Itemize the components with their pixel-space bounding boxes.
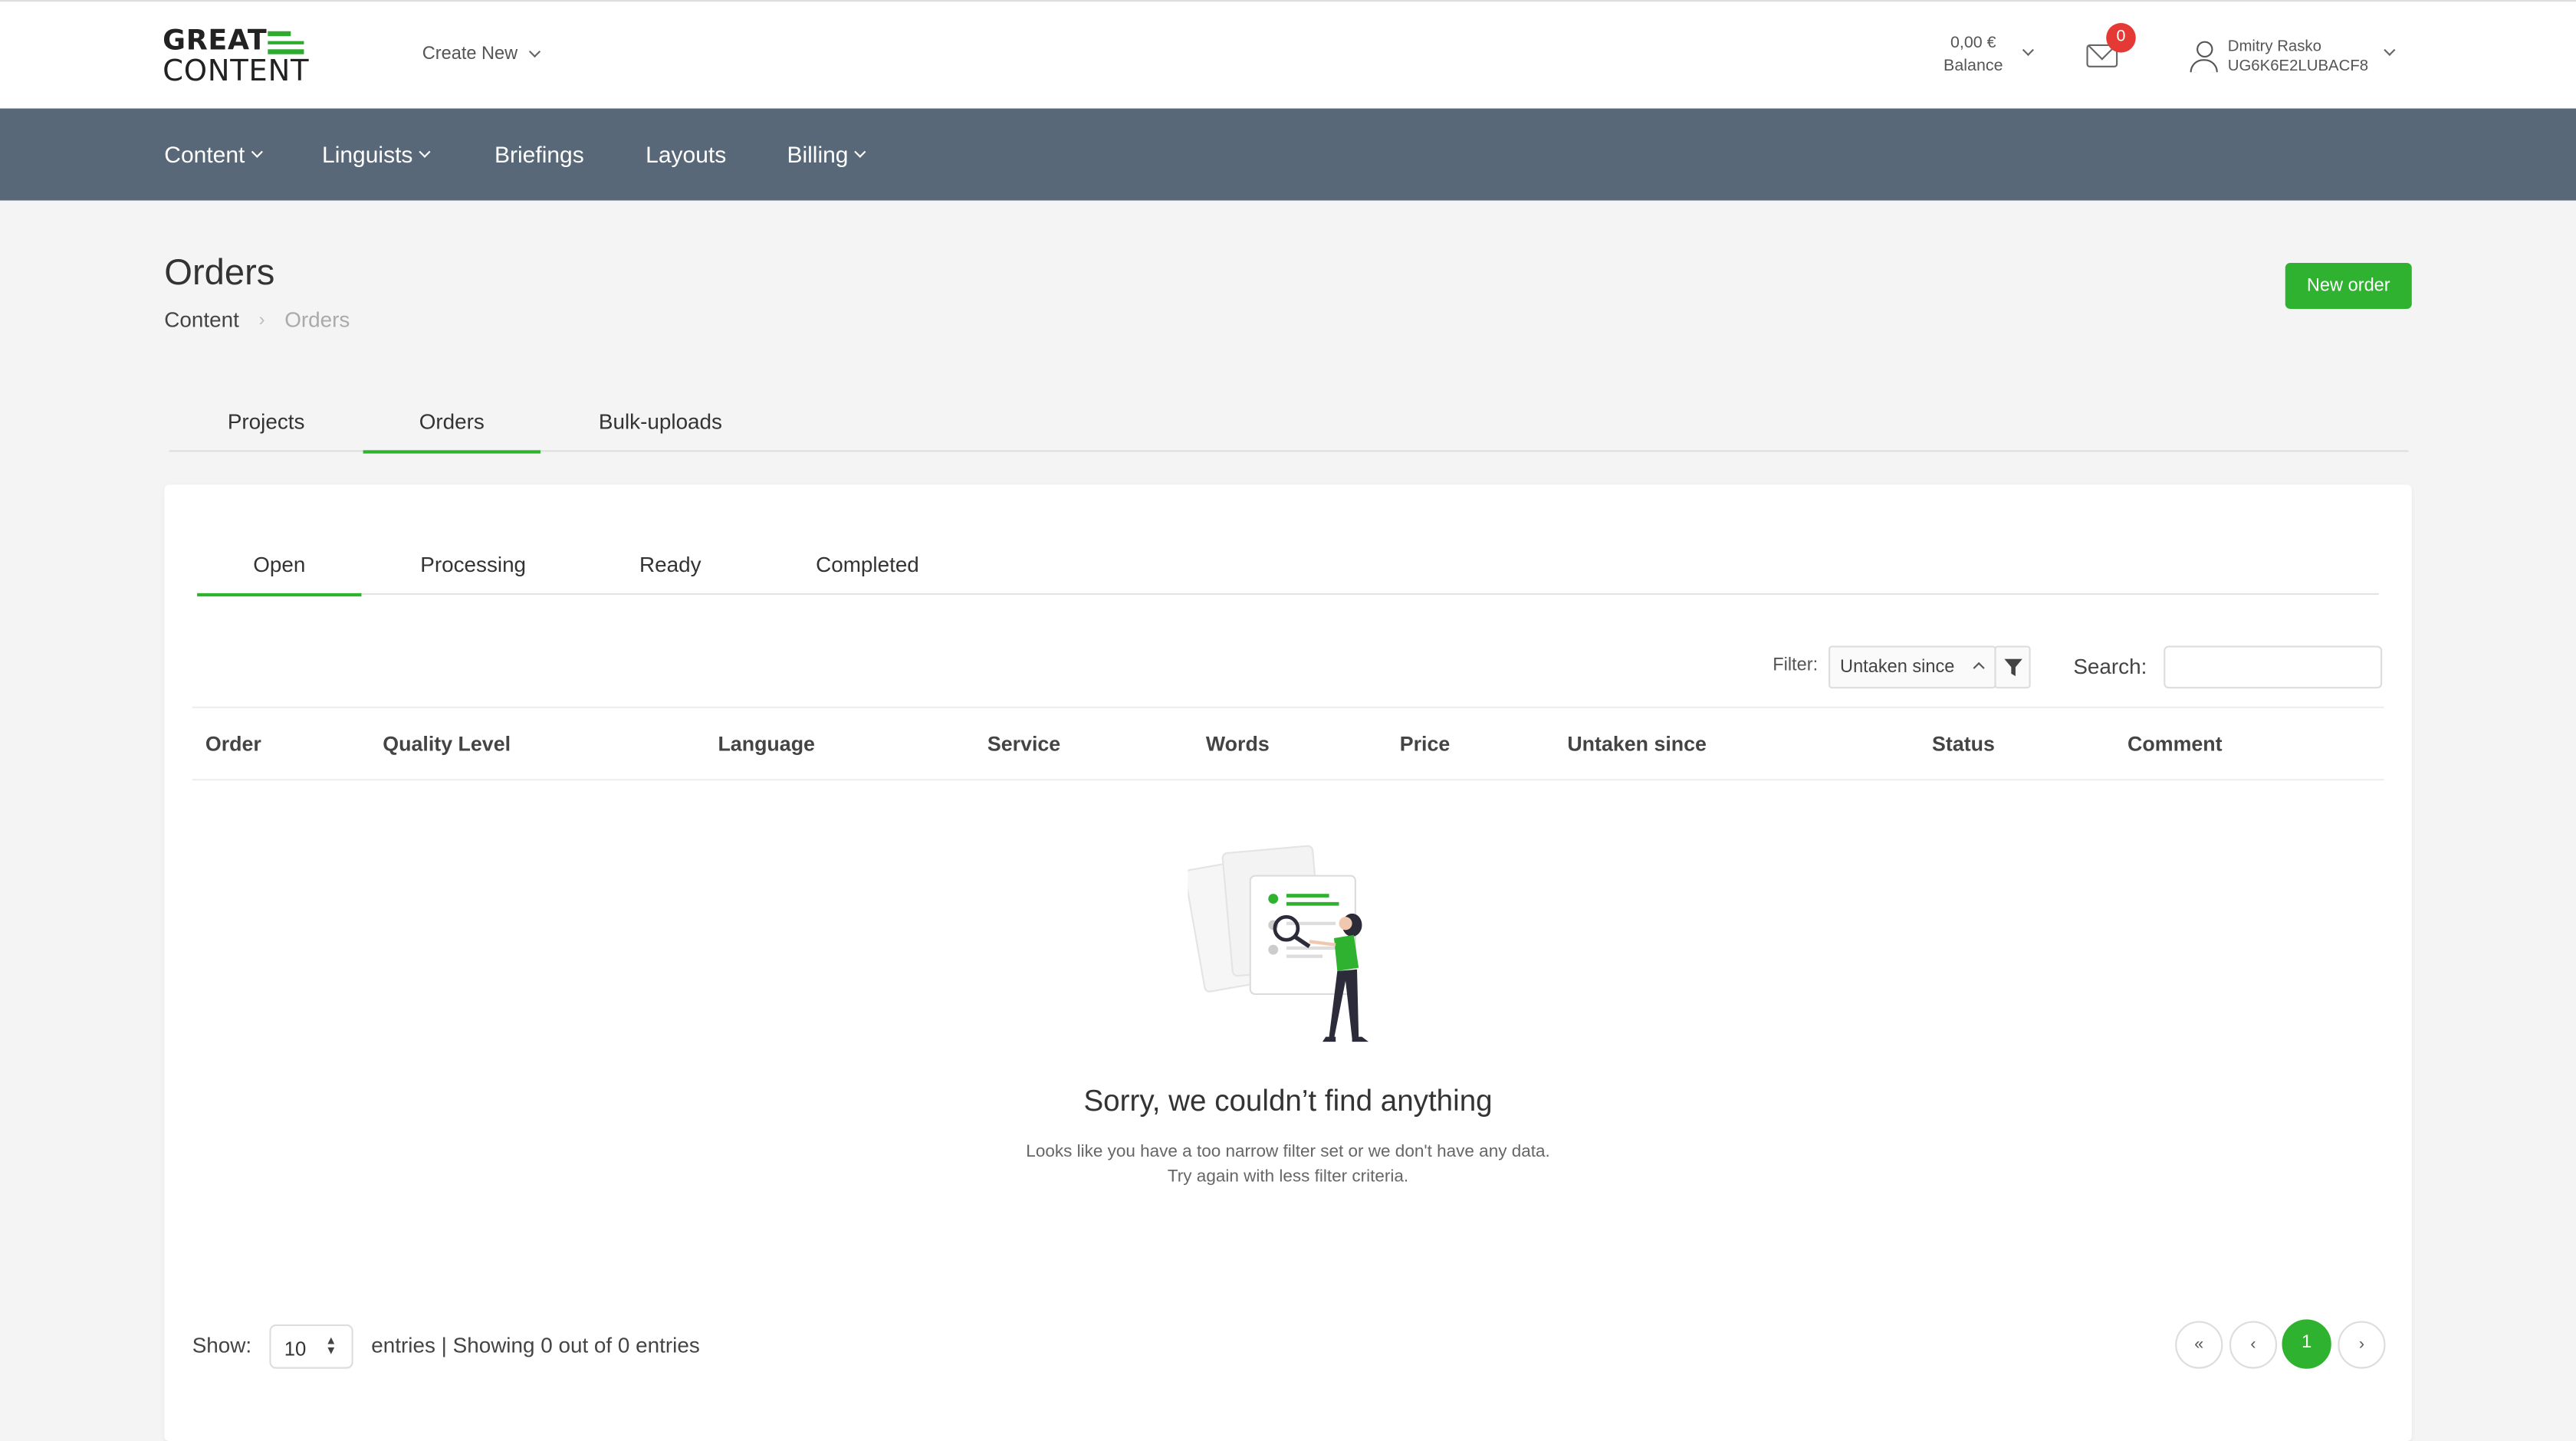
table-header: Order Quality Level Language Service Wor… <box>192 706 2384 781</box>
tab-projects[interactable]: Projects <box>169 409 363 434</box>
create-new-dropdown[interactable]: Create New <box>422 44 541 64</box>
column-price[interactable]: Price <box>1400 733 1451 756</box>
column-order[interactable]: Order <box>205 733 261 756</box>
balance-amount: 0,00 € <box>1950 34 1996 53</box>
logo-text-content: CONTENT <box>163 54 310 89</box>
column-service[interactable]: Service <box>987 733 1060 756</box>
main-nav: Content Linguists Briefings Layouts Bill… <box>0 108 2576 201</box>
balance-widget[interactable]: 0,00 € Balance <box>1944 33 2003 79</box>
breadcrumb: Content › Orders <box>164 307 350 332</box>
tab-completed[interactable]: Completed <box>785 552 949 576</box>
empty-state-line: Looks like you have a too narrow filter … <box>1026 1141 1550 1162</box>
column-untaken-since[interactable]: Untaken since <box>1567 733 1707 756</box>
funnel-icon <box>2004 658 2022 677</box>
tab-open[interactable]: Open <box>197 552 362 597</box>
nav-item-briefings[interactable]: Briefings <box>495 141 584 167</box>
tab-bulk-uploads[interactable]: Bulk-uploads <box>572 409 749 434</box>
tab-ready[interactable]: Ready <box>588 552 752 576</box>
column-language[interactable]: Language <box>718 733 815 756</box>
nav-item-billing[interactable]: Billing <box>787 141 867 168</box>
tab-orders[interactable]: Orders <box>363 409 541 454</box>
nav-item-content[interactable]: Content <box>164 141 264 168</box>
new-order-button[interactable]: New order <box>2285 262 2412 310</box>
nav-item-label: Billing <box>787 141 849 168</box>
balance-label: Balance <box>1944 57 2003 76</box>
empty-state-message: Looks like you have a too narrow filter … <box>164 1141 2411 1190</box>
nav-item-linguists[interactable]: Linguists <box>322 141 432 168</box>
breadcrumb-content[interactable]: Content <box>164 307 239 332</box>
logo[interactable]: GREAT CONTENT <box>163 25 327 90</box>
filter-button[interactable] <box>1994 645 2031 689</box>
column-comment[interactable]: Comment <box>2128 733 2223 756</box>
breadcrumb-orders: Orders <box>284 307 350 333</box>
chevron-down-icon[interactable] <box>2022 44 2034 56</box>
top-bar: GREAT CONTENT Create New 0,00 € Balance … <box>0 0 2576 109</box>
create-new-label: Create New <box>422 44 518 64</box>
empty-state-title: Sorry, we couldn’t find anything <box>1083 1084 1493 1118</box>
nav-item-label: Content <box>164 141 245 168</box>
breadcrumb-separator-icon: › <box>258 310 265 330</box>
chevron-down-icon <box>855 146 867 158</box>
pagination-next-button[interactable]: › <box>2338 1321 2386 1369</box>
show-label: Show: <box>192 1332 252 1357</box>
page-title: Orders <box>164 251 275 293</box>
main-tabs: Projects Orders Bulk-uploads <box>169 394 2409 454</box>
nav-item-label: Layouts <box>646 141 727 168</box>
status-tabs: Open Processing Ready Completed <box>197 539 2379 597</box>
pagination-first-button[interactable]: « <box>2175 1321 2223 1369</box>
chevron-down-icon <box>251 146 264 158</box>
user-id: UG6K6E2LUBACF8 <box>2227 57 2369 76</box>
user-name: Dmitry Rasko <box>2227 38 2321 56</box>
page-size-value: 10 <box>284 1337 307 1361</box>
mail-badge: 0 <box>2106 23 2136 53</box>
nav-item-label: Briefings <box>495 141 584 168</box>
column-quality-level[interactable]: Quality Level <box>383 733 511 756</box>
nav-item-label: Linguists <box>322 141 413 168</box>
column-words[interactable]: Words <box>1206 733 1270 756</box>
filter-select[interactable]: Untaken since <box>1829 645 1996 689</box>
tab-processing[interactable]: Processing <box>391 552 555 576</box>
column-status[interactable]: Status <box>1932 733 1995 756</box>
chevron-down-icon[interactable] <box>2384 44 2396 56</box>
page-size-select[interactable]: 10 ▲ ▼ <box>269 1324 353 1369</box>
user-icon[interactable] <box>2190 41 2220 74</box>
pagination-prev-button[interactable]: ‹ <box>2229 1321 2278 1369</box>
search-input[interactable] <box>2164 645 2383 689</box>
sort-arrows-icon: ▲ ▼ <box>325 1335 337 1357</box>
logo-text-great: GREAT <box>163 25 268 58</box>
empty-state-line: Try again with less filter criteria. <box>1167 1167 1409 1187</box>
entries-summary: entries | Showing 0 out of 0 entries <box>371 1332 700 1357</box>
chevron-down-icon <box>529 45 541 58</box>
filter-label: Filter: <box>1773 655 1819 676</box>
empty-search-illustration <box>1188 845 1369 1042</box>
chevron-up-icon <box>1973 661 1985 674</box>
search-label: Search: <box>2073 654 2147 679</box>
filter-select-value: Untaken since <box>1840 657 1955 678</box>
chevron-down-icon <box>419 146 432 158</box>
orders-card: Open Processing Ready Completed Filter: … <box>164 484 2412 1441</box>
pagination-page-1[interactable]: 1 <box>2282 1319 2331 1369</box>
nav-item-layouts[interactable]: Layouts <box>646 141 726 167</box>
user-menu[interactable]: Dmitry Rasko UG6K6E2LUBACF8 <box>2228 38 2368 77</box>
